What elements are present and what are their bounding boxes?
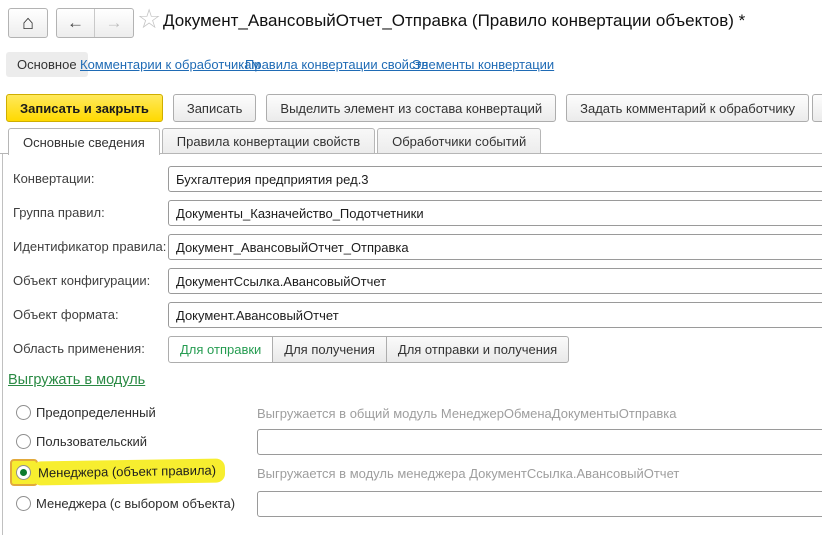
radio-manager-choose-object[interactable] <box>16 496 31 511</box>
tab-main-info[interactable]: Основные сведения <box>8 128 160 155</box>
config-object-input[interactable] <box>168 268 822 294</box>
home-icon: ⌂ <box>22 13 34 33</box>
radio-row-manager-rule-object: Менеджера (объект правила) Выгружается в… <box>0 460 822 486</box>
save-button[interactable]: Записать <box>173 94 257 122</box>
nav-link-property-rules[interactable]: Правила конвертации свойств <box>245 57 428 72</box>
field-label-conversion: Конвертации: <box>13 171 95 186</box>
field-label-rule-group: Группа правил: <box>13 205 105 220</box>
radio-predefined-label: Предопределенный <box>36 405 156 420</box>
history-nav: ← → <box>56 8 134 38</box>
scope-segmented-control: Для отправки Для получения Для отправки … <box>168 336 569 363</box>
tab-bar: Основные сведения Правила конвертации св… <box>8 128 541 155</box>
export-module-group-link[interactable]: Выгружать в модуль <box>8 372 145 388</box>
predefined-description: Выгружается в общий модуль МенеджерОбмен… <box>257 406 676 421</box>
rule-group-input[interactable] <box>168 200 822 226</box>
radio-row-custom: Пользовательский <box>0 429 822 455</box>
manager-choose-object-input[interactable] <box>257 491 822 517</box>
save-and-close-button[interactable]: Записать и закрыть <box>6 94 163 122</box>
star-icon[interactable]: ☆ <box>137 4 161 35</box>
field-label-config-object: Объект конфигурации: <box>13 273 150 288</box>
page-title: Документ_АвансовыйОтчет_Отправка (Правил… <box>163 11 745 31</box>
scope-option-receive[interactable]: Для получения <box>272 336 387 363</box>
field-label-scope: Область применения: <box>13 341 145 356</box>
radio-custom[interactable] <box>16 434 31 449</box>
custom-module-input[interactable] <box>257 429 822 455</box>
radio-predefined[interactable] <box>16 405 31 420</box>
radio-manager-rule-object-label: Менеджера (объект правила) <box>32 458 225 485</box>
home-button[interactable]: ⌂ <box>8 8 48 38</box>
forward-button[interactable]: → <box>95 9 133 37</box>
manager-module-description: Выгружается в модуль менеджера ДокументС… <box>257 466 679 481</box>
conversion-input[interactable] <box>168 166 822 192</box>
scope-option-send-receive[interactable]: Для отправки и получения <box>386 336 569 363</box>
tab-property-conversion-rules[interactable]: Правила конвертации свойств <box>162 128 375 154</box>
set-comment-button[interactable]: Задать комментарий к обработчику <box>566 94 809 122</box>
back-button[interactable]: ← <box>57 9 95 37</box>
window: ⌂ ← → ☆ Документ_АвансовыйОтчет_Отправка… <box>0 0 822 535</box>
radio-manager-choose-object-label: Менеджера (с выбором объекта) <box>36 496 235 511</box>
radio-custom-label: Пользовательский <box>36 434 147 449</box>
rule-id-input[interactable] <box>168 234 822 260</box>
tab-event-handlers[interactable]: Обработчики событий <box>377 128 541 154</box>
scope-option-send[interactable]: Для отправки <box>168 336 273 363</box>
back-arrow-icon: ← <box>67 13 84 33</box>
radio-row-manager-choose-object: Менеджера (с выбором объекта) <box>0 491 822 517</box>
format-object-input[interactable] <box>168 302 822 328</box>
select-element-button[interactable]: Выделить элемент из состава конвертаций <box>266 94 556 122</box>
more-button-clipped[interactable] <box>812 94 822 122</box>
nav-item-main[interactable]: Основное <box>6 52 88 77</box>
radio-row-predefined: Предопределенный Выгружается в общий мод… <box>0 400 822 426</box>
toolbar: Записать и закрыть Записать Выделить эле… <box>6 94 809 122</box>
radio-manager-rule-object[interactable] <box>16 465 31 480</box>
field-label-format-object: Объект формата: <box>13 307 119 322</box>
nav-link-handler-comments[interactable]: Комментарии к обработчикам <box>80 57 260 72</box>
field-label-rule-id: Идентификатор правила: <box>13 239 166 254</box>
forward-arrow-icon: → <box>106 13 123 33</box>
nav-link-conversion-elements[interactable]: Элементы конвертации <box>412 57 554 72</box>
